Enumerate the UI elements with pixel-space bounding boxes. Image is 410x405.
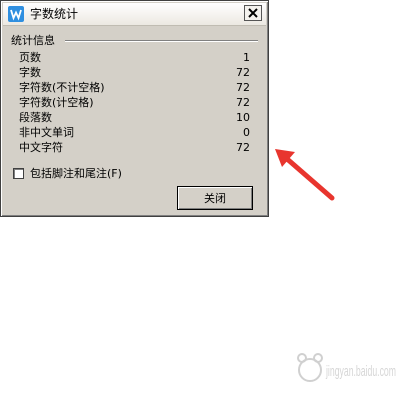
stat-label: 非中文单词 [19,126,74,139]
stat-label: 页数 [19,51,41,64]
stat-label: 段落数 [19,111,52,124]
include-footnotes-label[interactable]: 包括脚注和尾注(F) [30,165,122,181]
stat-row-non-chinese-words: 非中文单词 0 [19,125,250,140]
close-button[interactable]: 关闭 [177,186,253,210]
group-label: 统计信息 [11,34,55,47]
stat-row-chinese-chars: 中文字符 72 [19,140,250,155]
include-footnotes-checkbox[interactable] [13,167,24,179]
stat-row-pages: 页数 1 [19,50,250,65]
group-divider [65,40,258,42]
stat-value: 72 [236,66,250,79]
stat-value: 72 [236,96,250,109]
close-icon [248,8,258,18]
stat-row-words: 字数 72 [19,65,250,80]
stat-value: 72 [236,81,250,94]
close-window-button[interactable] [244,5,262,21]
stat-label: 字数 [19,66,41,79]
red-arrow-annotation [275,149,335,201]
stat-value: 1 [243,51,250,64]
stat-label: 字符数(不计空格) [19,81,105,94]
title-bar[interactable]: 字数统计 [3,3,266,26]
stat-value: 0 [243,126,250,139]
stat-label: 字符数(计空格) [19,96,94,109]
stat-row-paragraphs: 段落数 10 [19,110,250,125]
stat-row-chars-no-spaces: 字符数(不计空格) 72 [19,80,250,95]
word-count-dialog: 字数统计 统计信息 页数 1 字数 72 字符数(不计空格) 72 字符数(计空… [0,0,269,217]
stat-value: 72 [236,141,250,154]
window-title: 字数统计 [30,7,79,21]
stats-list: 页数 1 字数 72 字符数(不计空格) 72 字符数(计空格) 72 段落数 … [19,50,250,155]
include-footnotes-option[interactable]: 包括脚注和尾注(F) [13,165,122,181]
watermark-text: jingyan.baidu.com [325,363,396,380]
stat-row-chars-with-spaces: 字符数(计空格) 72 [19,95,250,110]
stat-value: 10 [236,111,250,124]
wps-writer-icon [8,6,24,22]
baidu-watermark-logo: jingyan.baidu.com [297,353,396,382]
stat-label: 中文字符 [19,141,63,154]
